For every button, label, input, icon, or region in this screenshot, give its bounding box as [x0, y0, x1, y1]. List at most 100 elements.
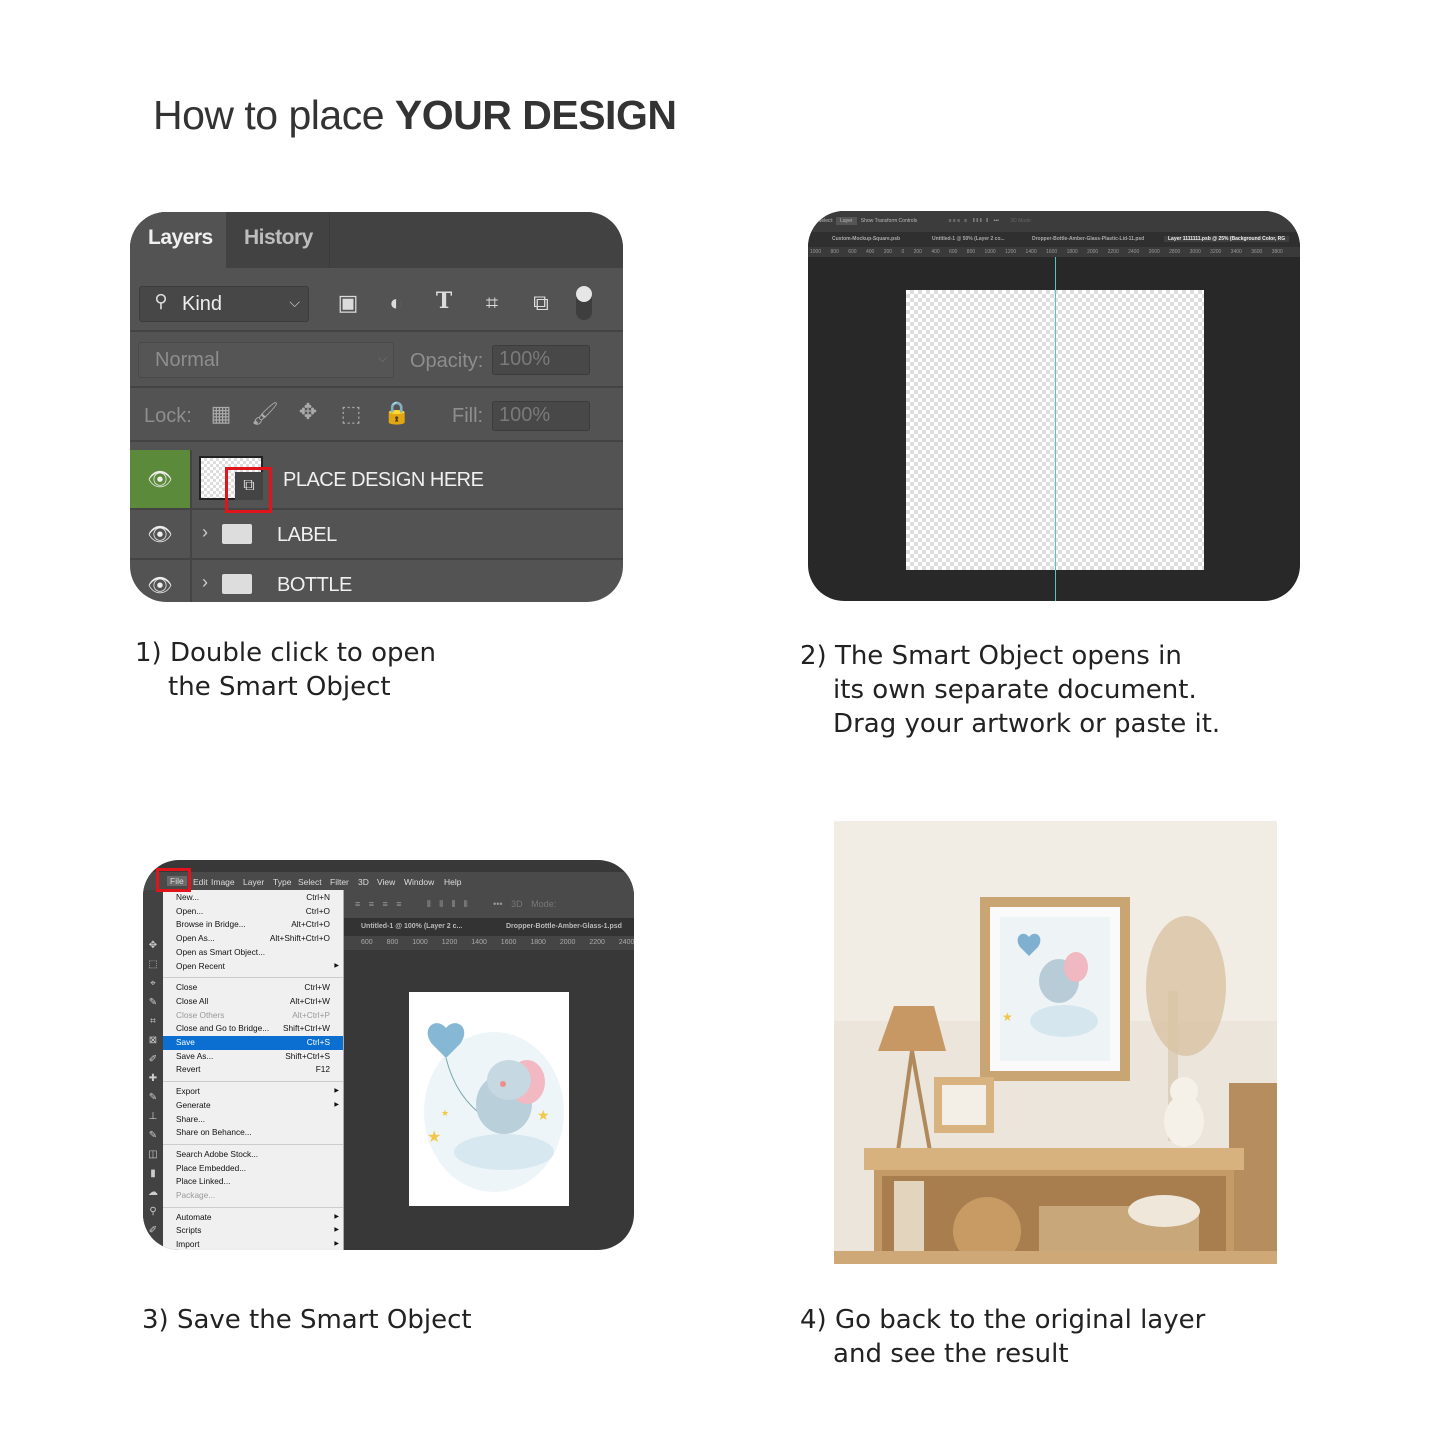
doc-tab[interactable]: Untitled-1 @ 50% (Layer 2 co... — [932, 236, 1005, 242]
menu-bar: File Edit Image Layer Type Select Filter 3D View… — [143, 872, 634, 890]
menu-item-open-as[interactable]: Open As... Alt+Shift+Ctrl+O — [163, 932, 343, 946]
eye-icon[interactable]: 👁 — [130, 450, 190, 508]
menu-item-save[interactable]: Save Ctrl+S — [163, 1036, 343, 1050]
shape-filter-icon[interactable]: ⌗ — [477, 290, 507, 316]
menu-item-open[interactable]: Open... Ctrl+O — [163, 905, 343, 919]
menu-item-label: Generate — [176, 1099, 211, 1110]
menu-item-label: Place Linked... — [176, 1176, 231, 1187]
horizontal-ruler: 1000 800 600 400 200 0 200 400 600 800 1… — [808, 247, 1300, 257]
menu-view[interactable]: View — [377, 877, 395, 887]
doc-tab[interactable]: Dropper-Bottle-Amber-Glass-1.psd — [506, 923, 622, 930]
auto-select-dropdown[interactable]: Layer — [836, 217, 857, 225]
menu-item-place-embedded[interactable]: Place Embedded... — [163, 1162, 343, 1176]
menu-item-label: Open As... — [176, 933, 215, 944]
menu-item-close-and-go-to-bridge[interactable]: Close and Go to Bridge... Shift+Ctrl+W — [163, 1022, 343, 1036]
svg-text:★: ★ — [537, 1107, 550, 1123]
chevron-right-icon[interactable]: › — [202, 522, 208, 543]
menu-item-shortcut: Alt+Shift+Ctrl+O — [269, 933, 330, 944]
menu-item-search-adobe-stock[interactable]: Search Adobe Stock... — [163, 1148, 343, 1162]
menu-item-automate[interactable]: Automate ▶ — [163, 1211, 343, 1225]
menu-item-package: Package... — [163, 1189, 343, 1203]
menu-filter[interactable]: Filter — [330, 877, 349, 887]
doc-tab-active[interactable]: Layer 1111111.psb @ 25% (Background Colo… — [1164, 236, 1290, 242]
menu-3d[interactable]: 3D — [358, 877, 369, 887]
menu-item-export[interactable]: Export ▶ — [163, 1085, 343, 1099]
menu-layer[interactable]: Layer — [243, 877, 264, 887]
elephant-illustration: ★ ★ ★ — [424, 1023, 564, 1192]
doc-tab[interactable]: Dropper-Bottle-Amber-Glass-Plastic-Lid-1… — [1032, 236, 1144, 242]
menu-item-label: Scripts — [176, 1225, 202, 1236]
folder-icon — [222, 524, 252, 544]
menu-image[interactable]: Image — [211, 877, 235, 887]
menu-item-label: Share... — [176, 1113, 206, 1124]
menu-item-close[interactable]: Close Ctrl+W — [163, 981, 343, 995]
layer-row-label[interactable]: 👁 › LABEL — [130, 510, 623, 560]
image-filter-icon[interactable]: ▣ — [333, 290, 363, 316]
step-1-caption: 1) Double click to open the Smart Object — [135, 638, 436, 702]
menu-separator — [163, 1143, 343, 1145]
menu-item-share[interactable]: Share... — [163, 1113, 343, 1127]
menu-item-label: Save — [176, 1037, 195, 1047]
menu-separator — [163, 1081, 343, 1083]
submenu-arrow-icon: ▶ — [334, 1227, 339, 1234]
doc-tab[interactable]: Untitled-1 @ 100% (Layer 2 c... — [361, 923, 462, 930]
menu-edit[interactable]: Edit — [193, 877, 208, 887]
menu-help[interactable]: Help — [444, 877, 461, 887]
menu-item-label: Package... — [176, 1190, 216, 1200]
menu-item-revert[interactable]: Revert F12 — [163, 1063, 343, 1077]
menu-item-browse-in-bridge[interactable]: Browse in Bridge... Alt+Ctrl+O — [163, 918, 343, 932]
align-icons[interactable]: ≡ ≡ ≡ ≡ ⫴ ⫴ ⫴ ⫴ ••• — [949, 218, 999, 224]
menu-item-open-as-smart-object[interactable]: Open as Smart Object... — [163, 946, 343, 960]
menu-item-open-recent[interactable]: Open Recent ▶ — [163, 960, 343, 974]
lock-all-icon[interactable]: 🔒 — [382, 400, 412, 426]
step-3-caption: 3) Save the Smart Object — [142, 1305, 472, 1335]
smart-object-filter-icon[interactable]: ⧉ — [526, 290, 556, 316]
options-bar: Select: Layer Show Transform Controls ≡ … — [808, 211, 1300, 232]
lock-artboard-icon[interactable]: ⬚ — [336, 401, 366, 427]
smart-object-document-screenshot: Select: Layer Show Transform Controls ≡ … — [808, 211, 1300, 601]
menu-separator — [163, 1206, 343, 1208]
menu-item-scripts[interactable]: Scripts ▶ — [163, 1224, 343, 1238]
eye-icon[interactable]: 👁 — [130, 560, 190, 602]
menu-item-close-others: Close Others Alt+Ctrl+P — [163, 1009, 343, 1023]
menu-item-label: Search Adobe Stock... — [176, 1148, 259, 1159]
fill-field[interactable]: 100% — [492, 401, 590, 431]
menu-window[interactable]: Window — [404, 877, 434, 887]
lock-transparent-pixels-icon[interactable]: ▦ — [206, 401, 236, 427]
layers-panel-screenshot: Layers History ⚲ Kind ⌵ ▣ ◐ T ⌗ ⧉ Normal… — [130, 212, 623, 602]
eye-icon[interactable]: 👁 — [130, 510, 190, 558]
tab-history[interactable]: History — [226, 212, 330, 268]
chevron-right-icon[interactable]: › — [202, 572, 208, 593]
menu-item-label: Open... — [176, 905, 204, 916]
menu-type[interactable]: Type — [273, 877, 291, 887]
doc-tab[interactable]: Custom-Mockup-Square.psb — [832, 236, 900, 242]
menu-select[interactable]: Select — [298, 877, 322, 887]
type-filter-icon[interactable]: T — [429, 288, 459, 314]
menu-item-generate[interactable]: Generate ▶ — [163, 1099, 343, 1113]
show-transform-controls-checkbox[interactable]: Show Transform Controls — [861, 218, 917, 224]
align-icons[interactable]: ≡ ≡ ≡ ≡ ⫴ ⫴ ⫴ ⫴ ••• — [355, 899, 503, 909]
submenu-arrow-icon: ▶ — [334, 1088, 339, 1095]
svg-text:★: ★ — [427, 1129, 441, 1146]
search-icon: ⚲ — [154, 291, 168, 311]
lock-position-move-icon[interactable]: ✥ — [293, 399, 323, 425]
layer-row-place-design-here[interactable]: 👁 ⧉ PLACE DESIGN HERE — [130, 450, 623, 513]
blend-mode-select[interactable]: Normal ⌵ — [138, 342, 394, 378]
layer-row-bottle[interactable]: 👁 › BOTTLE — [130, 560, 623, 602]
menu-item-label: Close Others — [176, 1009, 225, 1020]
submenu-arrow-icon: ▶ — [334, 1241, 339, 1248]
menu-item-close-all[interactable]: Close All Alt+Ctrl+W — [163, 995, 343, 1009]
tab-layers[interactable]: Layers — [130, 212, 226, 268]
menu-item-share-on-behance[interactable]: Share on Behance... — [163, 1126, 343, 1140]
document-tabs: Custom-Mockup-Square.psb Untitled-1 @ 50… — [808, 232, 1300, 247]
menu-item-save-as[interactable]: Save As... Shift+Ctrl+S — [163, 1050, 343, 1064]
lock-image-pixels-brush-icon[interactable]: 🖌 — [250, 401, 280, 427]
menu-item-new[interactable]: New... Ctrl+N — [163, 891, 343, 905]
filter-toggle[interactable] — [576, 286, 592, 320]
adjustment-filter-icon[interactable]: ◐ — [381, 290, 411, 316]
opacity-field[interactable]: 100% — [492, 345, 590, 375]
filter-kind-select[interactable]: ⚲ Kind ⌵ — [139, 286, 309, 322]
menu-item-label: Open as Smart Object... — [176, 946, 265, 957]
menu-item-place-linked[interactable]: Place Linked... — [163, 1175, 343, 1189]
menu-item-import[interactable]: Import ▶ — [163, 1238, 343, 1250]
